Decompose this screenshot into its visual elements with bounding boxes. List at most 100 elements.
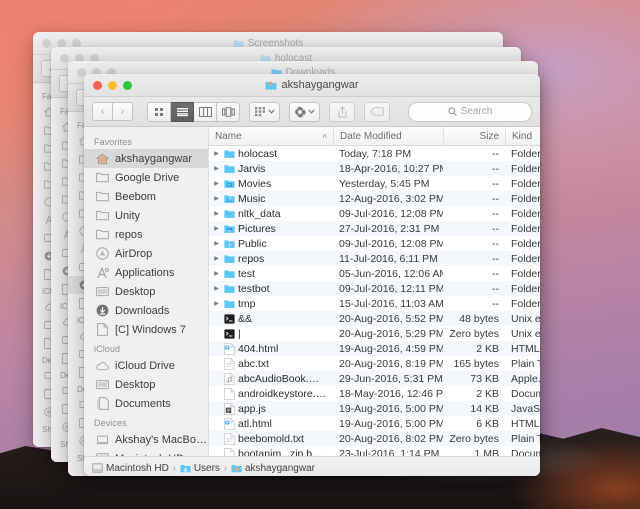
coverflow-view-button[interactable] [217,101,240,122]
file-date: 05-Jun-2016, 12:06 AM [339,267,443,280]
pictures-folder-icon [224,223,235,234]
cell-name[interactable]: ▶ Public [209,238,333,250]
table-row[interactable]: ▶ repos 11-Jul-2016, 6:11 PM -- Folder [209,251,540,266]
cell-name[interactable]: app.js [209,402,333,415]
share-button[interactable] [329,101,355,122]
table-row[interactable]: | 20-Aug-2016, 5:29 PM Zero bytes Unix e...… [209,326,540,341]
column-view-button[interactable] [194,101,217,122]
table-row[interactable]: ▶ Jarvis 18-Apr-2016, 10:27 PM -- Folder [209,161,540,176]
cell-name[interactable]: ▶ tmp [209,298,333,310]
sidebar-item-desktop[interactable]: Desktop [84,375,208,394]
sidebar-item-applications[interactable]: Applications [84,263,208,282]
titlebar[interactable]: akshaygangwar [84,74,540,97]
back-button[interactable]: ‹ [92,102,113,121]
disclosure-triangle-icon[interactable]: ▶ [212,240,221,247]
column-header-date[interactable]: Date Modified [333,127,443,145]
table-row[interactable]: ▶ holocast Today, 7:18 PM -- Folder [209,146,540,161]
table-row[interactable]: ▶ Music 12-Aug-2016, 3:02 PM -- Folder [209,191,540,206]
cloud-icon [96,359,109,372]
sidebar-item-akshaygangwar[interactable]: akshaygangwar [84,149,208,168]
sidebar-item-beebom[interactable]: Beebom [84,187,208,206]
cell-name[interactable]: ▶ Movies [209,178,333,190]
table-row[interactable]: ▶ tmp 15-Jul-2016, 11:03 AM -- Folder [209,296,540,311]
sidebar-item-desktop[interactable]: Desktop [84,282,208,301]
sidebar-item-unity[interactable]: Unity [84,206,208,225]
action-button[interactable] [289,101,320,122]
cell-name[interactable]: ▶ holocast [209,148,333,160]
column-header-kind[interactable]: Kind [505,127,540,145]
sidebar-item-c-windows-7[interactable]: [C] Windows 7 [84,320,208,339]
cell-name[interactable]: ▶ test [209,268,333,280]
sidebar-item-icloud-drive[interactable]: iCloud Drive [84,356,208,375]
sidebar-item-macintosh-hd[interactable]: Macintosh HD [84,449,208,456]
cell-name[interactable]: ▶ Music [209,193,333,205]
disclosure-triangle-icon[interactable]: ▶ [212,300,221,307]
cell-name[interactable]: atl.html [209,417,333,430]
finder-window-active[interactable]: akshaygangwar ‹ › Search Favorites aksha… [84,74,540,476]
nav-buttons[interactable]: ‹ › [92,102,133,121]
table-row[interactable]: ▶ test 05-Jun-2016, 12:06 AM -- Folder [209,266,540,281]
sidebar-item-documents[interactable]: Documents [84,394,208,413]
column-header-name[interactable]: Name ˄ [209,127,333,145]
table-row[interactable]: && 20-Aug-2016, 5:52 PM 48 bytes Unix e...c… [209,311,540,326]
cell-name[interactable]: abcAudioBook.m4a [209,372,333,385]
table-row[interactable]: ▶ testbot 09-Jul-2016, 12:11 PM -- Folder [209,281,540,296]
table-row[interactable]: androidkeystore.jks 18-May-2016, 12:46 PM… [209,386,540,401]
file-kind: JavaScript [511,402,540,415]
cell-name[interactable]: bootanim...zip.backup [209,447,333,456]
list-view-button[interactable] [171,101,194,122]
icon-view-button[interactable] [147,101,171,122]
table-row[interactable]: ▶ nltk_data 09-Jul-2016, 12:08 PM -- Folder [209,206,540,221]
disclosure-triangle-icon[interactable]: ▶ [212,210,221,217]
column-headers[interactable]: Name ˄ Date Modified Size Kind [209,127,540,146]
cell-name[interactable]: beebomold.txt [209,432,333,445]
sidebar-item-airdrop[interactable]: AirDrop [84,244,208,263]
cell-name[interactable]: && [209,313,333,325]
disclosure-triangle-icon[interactable]: ▶ [212,225,221,232]
sidebar[interactable]: Favorites akshaygangwar Google Drive Beebom… [84,127,209,456]
view-mode-segments[interactable] [147,101,240,122]
disclosure-triangle-icon[interactable]: ▶ [212,150,221,157]
disclosure-triangle-icon[interactable]: ▶ [212,255,221,262]
file-list-pane[interactable]: Name ˄ Date Modified Size Kind ▶ holocast… [209,127,540,456]
sidebar-item-downloads[interactable]: Downloads [84,301,208,320]
cell-name[interactable]: | [209,328,333,340]
file-rows[interactable]: ▶ holocast Today, 7:18 PM -- Folder ▶ Jarvis 18… [209,146,540,456]
disclosure-triangle-icon[interactable]: ▶ [212,270,221,277]
table-row[interactable]: 404.html 19-Aug-2016, 4:59 PM 2 KB HTML [209,341,540,356]
table-row[interactable]: atl.html 19-Aug-2016, 5:00 PM 6 KB HTML [209,416,540,431]
cell-name[interactable]: 404.html [209,342,333,355]
table-row[interactable]: ▶ Public 09-Jul-2016, 12:08 PM -- Folder [209,236,540,251]
disclosure-triangle-icon[interactable]: ▶ [212,180,221,187]
disclosure-triangle-icon[interactable]: ▶ [212,285,221,292]
path-bar[interactable]: Macintosh HD › Users › akshaygangwar [84,456,540,476]
cell-name[interactable]: ▶ testbot [209,283,333,295]
forward-button[interactable]: › [113,102,133,121]
sidebar-item-google-drive[interactable]: Google Drive [84,168,208,187]
cell-name[interactable]: ▶ nltk_data [209,208,333,220]
table-row[interactable]: bootanim...zip.backup 23-Jul-2016, 1:14 P… [209,446,540,456]
cell-name[interactable]: ▶ repos [209,253,333,265]
table-row[interactable]: abcAudioBook.m4a 29-Jun-2016, 5:31 PM 73 K… [209,371,540,386]
cell-name[interactable]: androidkeystore.jks [209,387,333,400]
disclosure-triangle-icon[interactable]: ▶ [212,195,221,202]
table-row[interactable]: ▶ Pictures 27-Jul-2016, 2:31 PM -- Folder [209,221,540,236]
sidebar-item-akshay-s-macboo[interactable]: Akshay's MacBoo... [84,430,208,449]
column-header-size[interactable]: Size [443,127,505,145]
disclosure-triangle-icon[interactable]: ▶ [212,165,221,172]
arrange-button[interactable] [249,101,280,122]
table-row[interactable]: abc.txt 20-Aug-2016, 8:19 PM 165 bytes Plai… [209,356,540,371]
search-input[interactable]: Search [408,101,532,122]
path-segment-akshaygangwar[interactable]: akshaygangwar [231,463,315,474]
tag-button[interactable] [364,101,390,122]
path-segment-users[interactable]: Users [180,463,220,474]
cell-name[interactable]: ▶ Pictures [209,223,333,235]
cell-name[interactable]: ▶ Jarvis [209,163,333,175]
table-row[interactable]: ▶ Movies Yesterday, 5:45 PM -- Folder [209,176,540,191]
table-row[interactable]: beebomold.txt 20-Aug-2016, 8:02 PM Zero by… [209,431,540,446]
table-row[interactable]: app.js 19-Aug-2016, 5:00 PM 14 KB JavaScrip… [209,401,540,416]
path-segment-macintosh-hd[interactable]: Macintosh HD [92,463,169,474]
toolbar[interactable]: ‹ › Search [84,97,540,127]
sidebar-item-repos[interactable]: repos [84,225,208,244]
cell-name[interactable]: abc.txt [209,357,333,370]
